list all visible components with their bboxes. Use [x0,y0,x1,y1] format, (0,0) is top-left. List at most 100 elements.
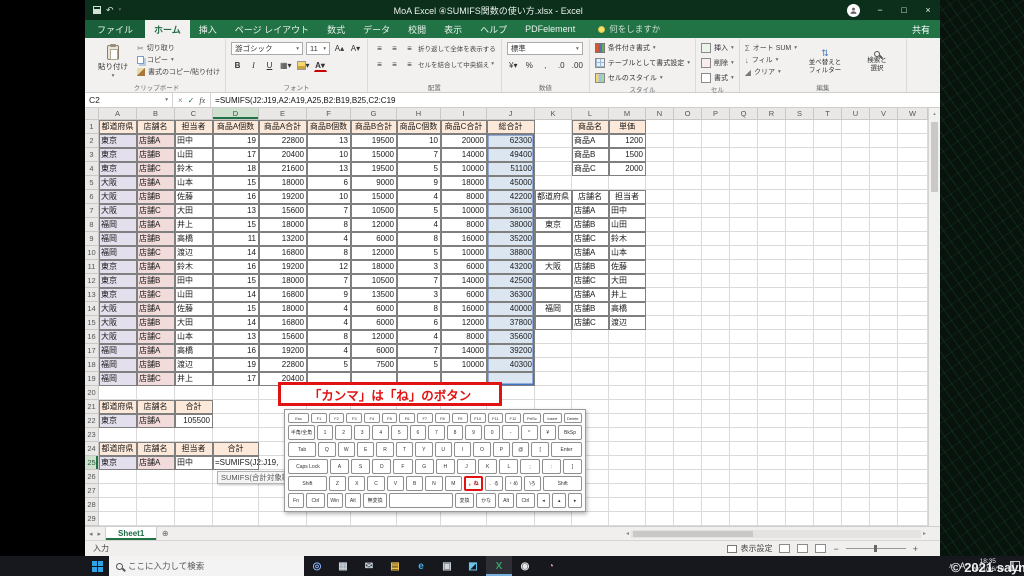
cell-P10[interactable] [702,246,730,260]
cell-B15[interactable]: 店舗B [137,316,175,330]
col-header-S[interactable]: S [786,108,814,120]
cell-P14[interactable] [702,302,730,316]
cell-A24[interactable]: 都道府県 [99,442,137,456]
cell-I6[interactable]: 8000 [441,190,487,204]
cell-H1[interactable]: 商品C個数 [397,120,441,134]
cell-G14[interactable]: 6000 [351,302,397,316]
cell-P4[interactable] [702,162,730,176]
cell-I1[interactable]: 商品C合計 [441,120,487,134]
cell-B17[interactable]: 店舗A [137,344,175,358]
cell-N24[interactable] [646,442,674,456]
cell-V11[interactable] [870,260,898,274]
cell-Q10[interactable] [730,246,758,260]
cell-W7[interactable] [898,204,928,218]
align-bottom-icon[interactable]: ≡ [403,42,416,55]
cell-C20[interactable] [175,386,213,400]
cell-D8[interactable]: 15 [213,218,259,232]
cell-W18[interactable] [898,358,928,372]
cell-R4[interactable] [758,162,786,176]
cell-A12[interactable]: 東京 [99,274,137,288]
cell-T23[interactable] [814,428,842,442]
cell-T18[interactable] [814,358,842,372]
cell-D14[interactable]: 15 [213,302,259,316]
cell-A3[interactable]: 東京 [99,148,137,162]
cell-R10[interactable] [758,246,786,260]
cell-Q3[interactable] [730,148,758,162]
cell-A8[interactable]: 福岡 [99,218,137,232]
cell-E10[interactable]: 16800 [259,246,307,260]
cell-L13[interactable]: 店舗A [572,288,609,302]
cell-K29[interactable] [535,512,572,526]
row-header-8[interactable]: 8 [85,218,99,232]
autosum-button[interactable]: Σ オート SUM ▾ [745,43,797,53]
row-header-28[interactable]: 28 [85,498,99,512]
cell-M1[interactable]: 単価 [609,120,646,134]
row-header-24[interactable]: 24 [85,442,99,456]
cell-F14[interactable]: 4 [307,302,351,316]
cell-M13[interactable]: 井上 [609,288,646,302]
tell-me-box[interactable]: 何をしますか [598,23,660,35]
cell-G11[interactable]: 18000 [351,260,397,274]
cell-V15[interactable] [870,316,898,330]
cell-A27[interactable] [99,484,137,498]
cell-A6[interactable]: 大阪 [99,190,137,204]
cell-D11[interactable]: 16 [213,260,259,274]
cell-B29[interactable] [137,512,175,526]
cell-A9[interactable]: 福岡 [99,232,137,246]
cell-C22[interactable]: 105500 [175,414,213,428]
cell-O27[interactable] [674,484,702,498]
cell-I7[interactable]: 10000 [441,204,487,218]
cell-M25[interactable] [609,456,646,470]
wrap-text-button[interactable]: 折り返して全体を表示する [418,43,496,53]
cell-U5[interactable] [842,176,870,190]
cell-U15[interactable] [842,316,870,330]
cell-Q8[interactable] [730,218,758,232]
cell-J18[interactable]: 40300 [487,358,535,372]
cell-I11[interactable]: 6000 [441,260,487,274]
row-header-27[interactable]: 27 [85,484,99,498]
cell-R17[interactable] [758,344,786,358]
cell-Q14[interactable] [730,302,758,316]
cell-U3[interactable] [842,148,870,162]
cut-button[interactable]: ✂ 切り取り [137,43,220,53]
decrease-font-size-button[interactable]: A▾ [349,42,362,55]
cell-J3[interactable]: 49400 [487,148,535,162]
cell-T13[interactable] [814,288,842,302]
cell-A19[interactable]: 福岡 [99,372,137,386]
cell-S18[interactable] [786,358,814,372]
cell-A18[interactable]: 福岡 [99,358,137,372]
cell-C24[interactable]: 担当者 [175,442,213,456]
cell-O29[interactable] [674,512,702,526]
currency-format-button[interactable]: ¥▾ [507,59,520,72]
cell-K13[interactable] [535,288,572,302]
cell-P15[interactable] [702,316,730,330]
row-header-10[interactable]: 10 [85,246,99,260]
cell-M22[interactable] [609,414,646,428]
cell-L12[interactable]: 店舗C [572,274,609,288]
cell-R11[interactable] [758,260,786,274]
cell-A20[interactable] [99,386,137,400]
align-top-icon[interactable]: ≡ [373,42,386,55]
cell-B28[interactable] [137,498,175,512]
cell-Q2[interactable] [730,134,758,148]
cell-N6[interactable] [646,190,674,204]
row-header-13[interactable]: 13 [85,288,99,302]
cell-K2[interactable] [535,134,572,148]
cell-D3[interactable]: 17 [213,148,259,162]
row-header-19[interactable]: 19 [85,372,99,386]
col-header-M[interactable]: M [609,108,646,120]
ribbon-tab-データ[interactable]: データ [354,20,399,38]
cell-T20[interactable] [814,386,842,400]
cell-L1[interactable]: 商品名 [572,120,609,134]
bold-button[interactable]: B [231,59,244,72]
cell-U12[interactable] [842,274,870,288]
row-header-22[interactable]: 22 [85,414,99,428]
cell-C25[interactable]: 田中 [175,456,213,470]
cell-F16[interactable]: 8 [307,330,351,344]
cell-A13[interactable]: 東京 [99,288,137,302]
cell-A16[interactable]: 大阪 [99,330,137,344]
cell-P1[interactable] [702,120,730,134]
row-header-26[interactable]: 26 [85,470,99,484]
cell-F12[interactable]: 7 [307,274,351,288]
cell-W19[interactable] [898,372,928,386]
